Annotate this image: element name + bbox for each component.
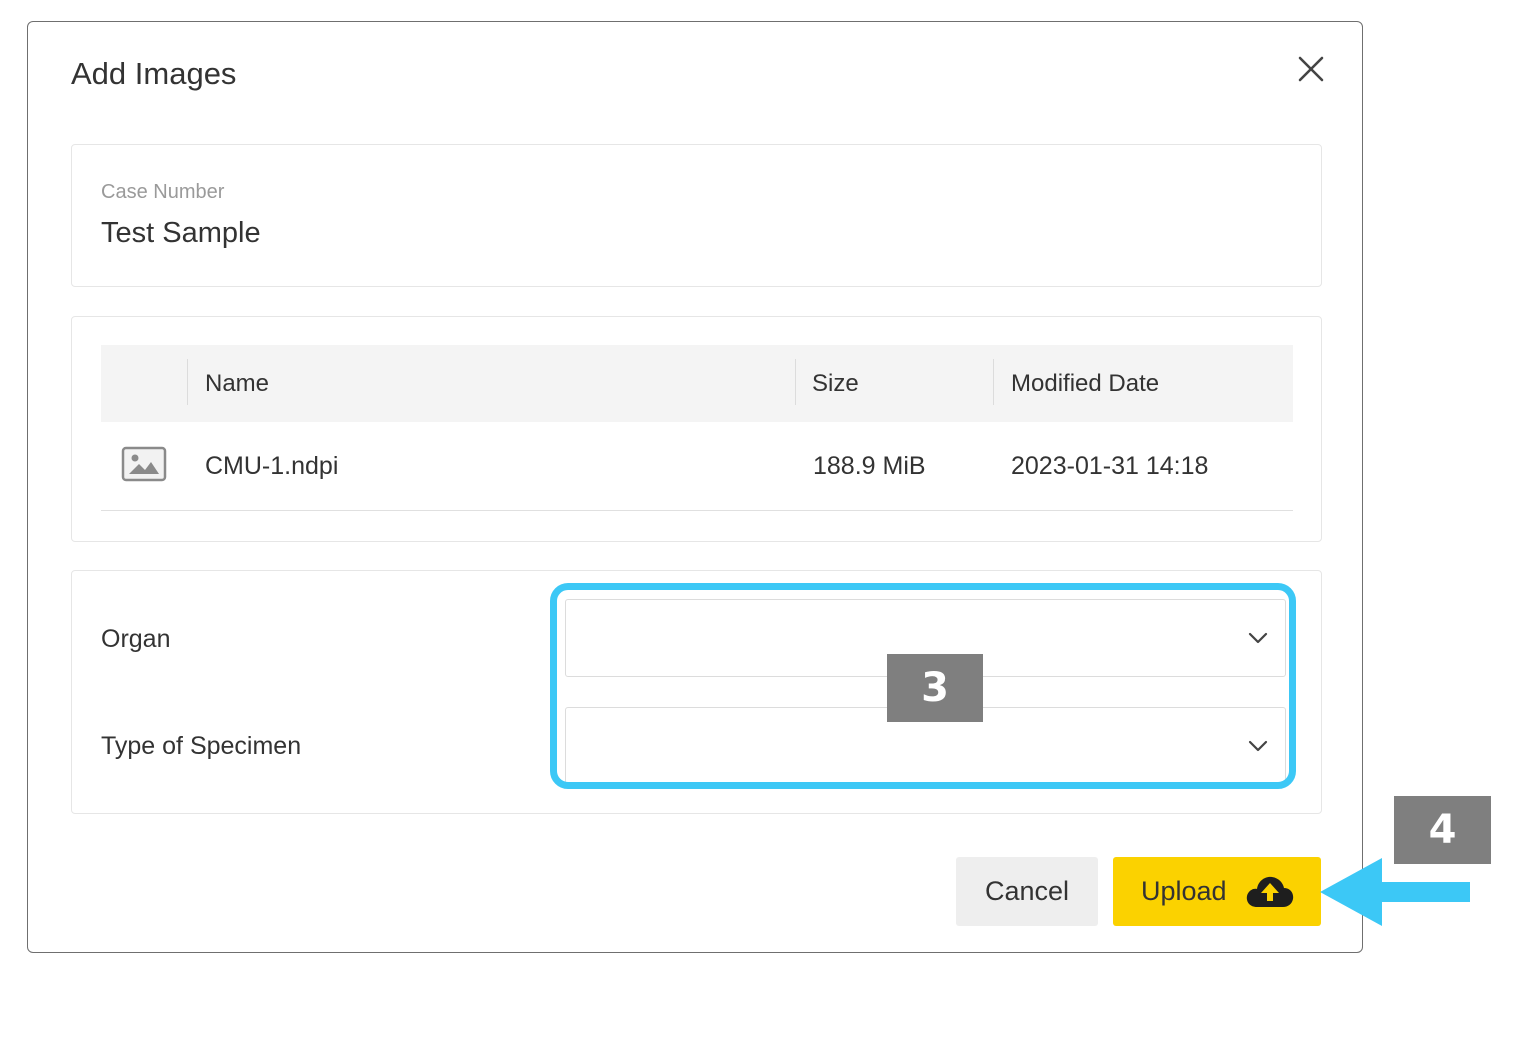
dialog-title: Add Images (71, 56, 237, 91)
case-number-value: Test Sample (101, 217, 261, 249)
upload-button[interactable]: Upload (1113, 857, 1321, 926)
column-divider (993, 359, 994, 405)
column-divider (187, 359, 188, 405)
step-3-badge: 3 (887, 654, 983, 722)
files-card: Name Size Modified Date CMU-1.ndpi 188.9… (71, 316, 1322, 542)
case-number-card: Case Number Test Sample (71, 144, 1322, 287)
column-divider (795, 359, 796, 405)
cancel-button[interactable]: Cancel (956, 857, 1098, 926)
file-modified-date: 2023-01-31 14:18 (1011, 452, 1209, 480)
file-name: CMU-1.ndpi (205, 452, 339, 480)
upload-button-label: Upload (1141, 876, 1227, 906)
table-row[interactable]: CMU-1.ndpi 188.9 MiB 2023-01-31 14:18 (101, 422, 1293, 511)
cloud-upload-icon (1245, 873, 1295, 909)
close-icon[interactable] (1294, 52, 1328, 86)
files-table: Name Size Modified Date CMU-1.ndpi 188.9… (101, 345, 1293, 511)
specimen-type-label: Type of Specimen (101, 732, 302, 760)
step-4-badge: 4 (1394, 796, 1491, 864)
column-header-size[interactable]: Size (812, 345, 859, 422)
case-number-label: Case Number (101, 181, 225, 203)
image-file-icon (121, 446, 167, 482)
column-header-modified-date[interactable]: Modified Date (1011, 345, 1159, 422)
organ-label: Organ (101, 625, 171, 653)
specimen-fields-card: Organ Type of Specimen (71, 570, 1322, 814)
chevron-down-icon (1247, 735, 1269, 757)
table-header: Name Size Modified Date (101, 345, 1293, 422)
chevron-down-icon (1247, 627, 1269, 649)
file-size: 188.9 MiB (813, 452, 926, 480)
add-images-dialog: Add Images Case Number Test Sample Name … (27, 21, 1363, 953)
column-header-name[interactable]: Name (205, 345, 269, 422)
